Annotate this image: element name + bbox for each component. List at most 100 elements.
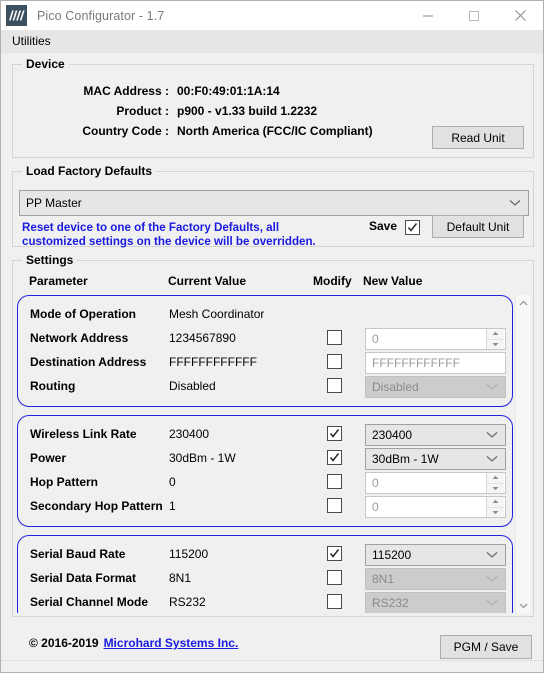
new-value-select[interactable]: 230400 [365, 424, 506, 446]
settings-scrollbar[interactable] [515, 295, 530, 613]
settings-row: Secondary Hop Pattern 1 0 [18, 495, 512, 519]
load-factory-defaults-title: Load Factory Defaults [22, 164, 157, 178]
chevron-down-icon [486, 383, 498, 391]
device-info-row: Product : p900 - v1.33 build 1.2232 [13, 102, 533, 120]
company-link[interactable]: Microhard Systems Inc. [104, 636, 239, 650]
parameter-current-value: 230400 [169, 427, 210, 441]
new-value-text: FFFFFFFFFFFF [372, 356, 460, 370]
settings-row: Destination Address FFFFFFFFFFFF FFFFFFFFF… [18, 351, 512, 375]
close-icon[interactable] [497, 1, 543, 30]
new-value-input[interactable]: FFFFFFFFFFFF [365, 352, 506, 374]
new-value-spinner[interactable]: 0 [365, 328, 506, 350]
mac-address-value: 00:F0:49:01:1A:14 [177, 84, 280, 98]
new-value-cell: 30dBm - 1W [365, 448, 506, 470]
chevron-down-icon [486, 575, 498, 583]
save-checkbox[interactable] [405, 220, 420, 235]
parameter-current-value: Disabled [169, 379, 216, 393]
spinner-down-icon[interactable] [487, 339, 504, 349]
new-value-cell: 0 [365, 472, 506, 494]
settings-param-group: Serial Baud Rate 115200 115200 Serial Data … [17, 535, 513, 613]
new-value-spinner[interactable]: 0 [365, 472, 506, 494]
main-content: Device MAC Address : 00:F0:49:01:1A:14 P… [1, 53, 543, 672]
window-title: Pico Configurator - 1.7 [37, 8, 165, 23]
modify-checkbox-cell [327, 450, 342, 466]
new-value-selected: 230400 [372, 428, 413, 442]
modify-checkbox[interactable] [327, 570, 342, 585]
copyright-years: © 2016-2019 [29, 636, 99, 650]
new-value-spinner[interactable]: 0 [365, 496, 506, 518]
settings-row: Hop Pattern 0 0 [18, 471, 512, 495]
modify-checkbox[interactable] [327, 498, 342, 513]
new-value-select[interactable]: 115200 [365, 544, 506, 566]
app-window: Pico Configurator - 1.7 Utilities Device… [0, 0, 544, 673]
parameter-name: Hop Pattern [30, 475, 99, 489]
modify-checkbox[interactable] [327, 330, 342, 345]
parameter-name: Serial Baud Rate [30, 547, 126, 561]
read-unit-button[interactable]: Read Unit [432, 126, 524, 149]
spinner-down-icon[interactable] [487, 483, 504, 493]
chevron-up-icon[interactable] [516, 295, 531, 310]
parameter-name: Serial Data Format [30, 571, 137, 585]
parameter-name: Power [30, 451, 67, 465]
modify-checkbox[interactable] [327, 378, 342, 393]
new-value-cell: 8N1 [365, 568, 506, 590]
new-value-cell: 0 [365, 496, 506, 518]
default-unit-button[interactable]: Default Unit [432, 215, 524, 238]
scrollbar-thumb[interactable] [517, 311, 530, 551]
parameter-current-value: 30dBm - 1W [169, 451, 236, 465]
settings-row: Power 30dBm - 1W 30dBm - 1W [18, 447, 512, 471]
defaults-warning-text: Reset device to one of the Factory Defau… [22, 221, 362, 249]
chevron-down-icon [486, 431, 498, 439]
spinner-buttons [486, 497, 504, 517]
modify-checkbox[interactable] [327, 474, 342, 489]
parameter-name: Mode of Operation [30, 307, 136, 321]
settings-group: Settings Parameter Current Value Modify … [12, 253, 534, 617]
new-value-selected: 115200 [372, 548, 412, 562]
product-value: p900 - v1.33 build 1.2232 [177, 104, 318, 118]
save-label: Save [368, 219, 397, 233]
pgm-save-button[interactable]: PGM / Save [440, 635, 532, 659]
spinner-up-icon[interactable] [487, 329, 504, 340]
new-value-select[interactable]: 30dBm - 1W [365, 448, 506, 470]
parameter-current-value: FFFFFFFFFFFF [169, 355, 257, 369]
parameter-current-value: 0 [169, 475, 176, 489]
modify-checkbox-cell [327, 570, 342, 588]
new-value-select[interactable]: 8N1 [365, 568, 506, 590]
chevron-down-icon [486, 551, 498, 559]
spinner-down-icon[interactable] [487, 507, 504, 517]
new-value-select[interactable]: Disabled [365, 376, 506, 398]
country-code-label: Country Code : [82, 124, 169, 138]
modify-checkbox[interactable] [327, 354, 342, 369]
parameter-name: Secondary Hop Pattern [30, 499, 163, 513]
factory-defaults-select[interactable]: PP Master [19, 190, 529, 216]
modify-checkbox-cell [327, 354, 342, 372]
header-current-value: Current Value [168, 274, 247, 288]
microhard-logo-icon [6, 5, 27, 26]
device-group: Device MAC Address : 00:F0:49:01:1A:14 P… [12, 57, 534, 158]
maximize-icon[interactable] [451, 1, 497, 30]
modify-checkbox[interactable] [327, 546, 342, 561]
new-value-text: 0 [372, 332, 379, 346]
settings-row: Routing Disabled Disabled [18, 375, 512, 399]
settings-row: Wireless Link Rate 230400 230400 [18, 423, 512, 447]
spinner-up-icon[interactable] [487, 497, 504, 508]
new-value-text: 0 [372, 476, 379, 490]
modify-checkbox[interactable] [327, 450, 342, 465]
modify-checkbox-cell [327, 474, 342, 492]
spinner-buttons [486, 473, 504, 493]
spinner-up-icon[interactable] [487, 473, 504, 484]
modify-checkbox-cell [327, 498, 342, 516]
header-new-value: New Value [363, 274, 423, 288]
parameter-current-value: 8N1 [169, 571, 192, 585]
menu-item-utilities[interactable]: Utilities [1, 30, 59, 53]
parameter-current-value: 1 [169, 499, 176, 513]
minimize-icon[interactable] [405, 1, 451, 30]
header-parameter: Parameter [29, 274, 88, 288]
device-group-title: Device [22, 57, 69, 71]
settings-column-headers: Parameter Current Value Modify New Value [13, 274, 533, 292]
product-label: Product : [116, 104, 169, 118]
load-factory-defaults-group: Load Factory Defaults PP Master Reset de… [12, 164, 534, 249]
settings-param-group: Mode of Operation Mesh Coordinator Network… [17, 295, 513, 407]
modify-checkbox[interactable] [327, 426, 342, 441]
mac-address-label: MAC Address : [83, 84, 169, 98]
